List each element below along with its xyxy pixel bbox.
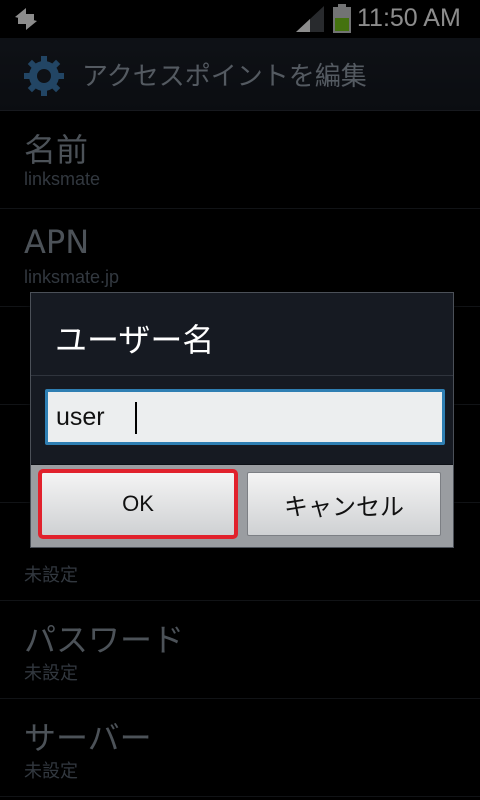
username-input[interactable] — [45, 389, 445, 445]
text-caret — [135, 402, 137, 434]
dialog-title: ユーザー名 — [55, 321, 215, 359]
username-dialog: ユーザー名 OK キャンセル — [30, 292, 454, 548]
dialog-button-bar: OK キャンセル — [31, 465, 453, 547]
ok-button[interactable]: OK — [38, 469, 238, 539]
dialog-header: ユーザー名 — [31, 293, 453, 376]
cancel-button[interactable]: キャンセル — [247, 472, 441, 536]
dialog-body — [31, 376, 453, 464]
